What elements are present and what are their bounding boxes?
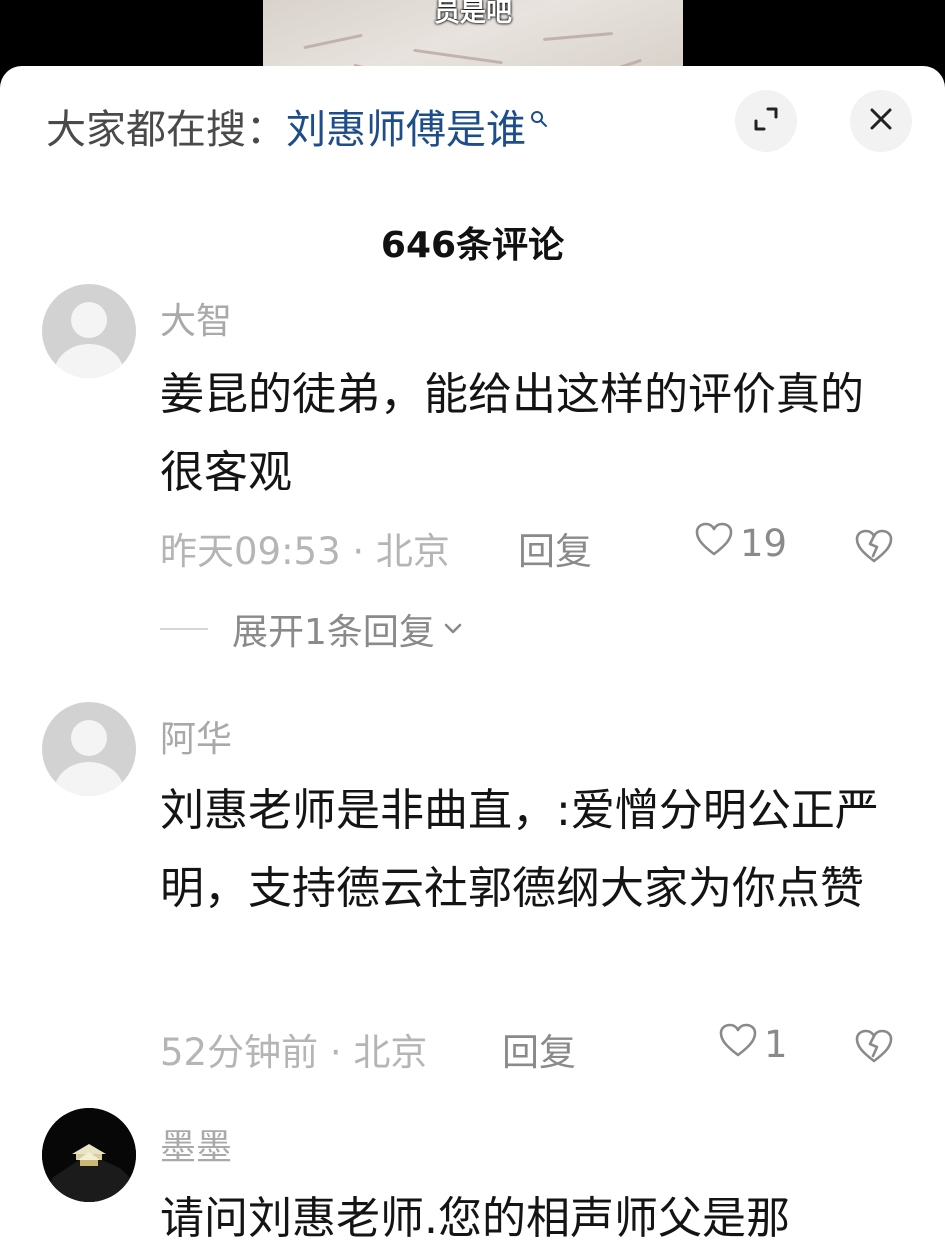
reply-button[interactable]: 回复 bbox=[518, 521, 592, 575]
expand-replies-button[interactable]: 展开1条回复 bbox=[160, 603, 465, 655]
like-count: 19 bbox=[740, 522, 788, 565]
like-count: 1 bbox=[764, 1023, 788, 1066]
dislike-button[interactable] bbox=[854, 1028, 894, 1068]
close-button[interactable] bbox=[850, 90, 912, 152]
heart-icon bbox=[718, 1022, 764, 1067]
broken-heart-icon bbox=[854, 529, 894, 568]
comment-username[interactable]: 墨墨 bbox=[160, 1118, 232, 1170]
close-icon bbox=[868, 106, 894, 136]
comment-meta: 52分钟前 · 北京 bbox=[160, 1031, 428, 1074]
video-caption: 员是吧 bbox=[433, 0, 512, 28]
comment-count: 646条评论 bbox=[380, 225, 565, 266]
comment-sheet: 大家都在搜： 刘惠师傅是谁 646条评论 大智 姜昆的徒弟，能给出这样的评价真的… bbox=[0, 66, 945, 1260]
like-button[interactable]: 19 bbox=[694, 521, 787, 566]
broken-heart-icon bbox=[854, 1029, 894, 1068]
expand-button[interactable] bbox=[735, 90, 797, 152]
search-term-link[interactable]: 刘惠师傅是谁 bbox=[286, 97, 526, 155]
expand-icon bbox=[751, 104, 781, 138]
like-button[interactable]: 1 bbox=[718, 1022, 788, 1067]
comment-text: 请问刘惠老师.您的相声师父是那 bbox=[160, 1193, 790, 1244]
chevron-down-icon bbox=[441, 609, 465, 650]
dislike-button[interactable] bbox=[854, 528, 894, 568]
search-suggestion[interactable]: 大家都在搜： 刘惠师傅是谁 bbox=[46, 98, 548, 154]
comment-text: 刘惠老师是非曲直，:爱憎分明公正严明，支持德云社郭德纲大家为你点赞 bbox=[160, 785, 879, 914]
avatar[interactable] bbox=[42, 702, 136, 796]
avatar[interactable] bbox=[42, 284, 136, 378]
heart-icon bbox=[694, 521, 740, 566]
search-icon bbox=[530, 92, 548, 138]
reply-button[interactable]: 回复 bbox=[502, 1022, 576, 1076]
comment-meta: 昨天09:53 · 北京 bbox=[160, 530, 450, 573]
expand-replies-label: 展开1条回复 bbox=[232, 612, 435, 653]
avatar[interactable] bbox=[42, 1108, 136, 1202]
search-prefix: 大家都在搜： bbox=[46, 107, 286, 153]
comment-username[interactable]: 阿华 bbox=[160, 710, 232, 762]
divider-line bbox=[160, 628, 208, 630]
comment-text: 姜昆的徒弟，能给出这样的评价真的很客观 bbox=[160, 369, 864, 498]
comment-username[interactable]: 大智 bbox=[160, 292, 232, 344]
